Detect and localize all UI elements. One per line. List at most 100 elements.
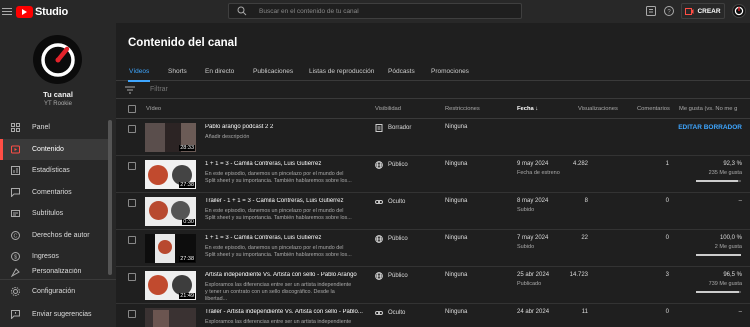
thumbnail-frame	[148, 275, 168, 295]
likes-cell: 92,3 %	[723, 161, 742, 167]
tab-podcasts[interactable]: Pódcasts	[388, 61, 415, 81]
header-date[interactable]: Fecha ↓	[517, 106, 538, 112]
video-title[interactable]: 1 + 1 = 3 - Camila Contreras, Luis Gutié…	[205, 161, 365, 167]
video-title[interactable]: Artista independiente Vs. Artista con se…	[205, 272, 365, 278]
tab-videos[interactable]: Vídeos	[127, 61, 151, 82]
comments-cell: 0	[665, 235, 669, 241]
row-checkbox[interactable]	[128, 273, 136, 281]
create-label: CREAR	[697, 7, 721, 15]
video-description[interactable]: Exploramos las diferencias entre ser un …	[205, 282, 355, 303]
camera-plus-icon	[685, 7, 694, 15]
customization-icon	[10, 268, 20, 277]
video-thumbnail[interactable]: 21:49	[145, 271, 196, 300]
video-description[interactable]: En este episodio, danemos un pincelazo p…	[205, 245, 355, 259]
search-placeholder: Buscar en el contenido de tu canal	[259, 7, 359, 15]
account-avatar[interactable]	[732, 4, 746, 18]
notifications-icon[interactable]: ?	[663, 5, 675, 17]
sidebar-item-subtitles[interactable]: Subtítulos	[0, 203, 110, 225]
sidebar-item-settings[interactable]: Configuración	[0, 280, 116, 303]
video-title[interactable]: 1 + 1 = 3 - Camila Contreras, Luis Gutié…	[205, 235, 365, 241]
visibility-cell[interactable]: Oculto	[375, 309, 405, 317]
thumbnail-frame	[153, 310, 169, 327]
header-date-label: Fecha	[517, 106, 534, 112]
row-checkbox[interactable]	[128, 236, 136, 244]
sidebar-item-copyright[interactable]: C Derechos de autor	[0, 225, 110, 247]
video-thumbnail[interactable]	[145, 308, 196, 327]
row-checkbox[interactable]	[128, 125, 136, 133]
video-title[interactable]: Pablo arango podcast 2 2	[205, 124, 365, 130]
comments-cell: 1	[665, 161, 669, 167]
tab-shorts[interactable]: Shorts	[168, 61, 187, 81]
table-row[interactable]: 21:49 Artista independiente Vs. Artista …	[116, 267, 750, 304]
search-input[interactable]: Buscar en el contenido de tu canal	[228, 3, 522, 19]
edit-draft-button[interactable]: EDITAR BORRADOR	[678, 124, 742, 131]
sidebar-item-customization[interactable]: Personalización	[0, 268, 110, 277]
visibility-cell[interactable]: Público	[375, 272, 408, 280]
sidebar-item-content[interactable]: Contenido	[0, 138, 110, 160]
studio-logo[interactable]: Studio	[16, 5, 68, 18]
header-views[interactable]: Visualizaciones	[578, 106, 618, 112]
select-all-checkbox[interactable]	[128, 105, 136, 113]
channel-avatar[interactable]	[33, 35, 82, 84]
like-ratio-bar	[696, 254, 741, 256]
sidebar-scrollbar[interactable]	[108, 120, 112, 275]
restrictions-cell: Ninguna	[445, 198, 468, 204]
sidebar-item-feedback[interactable]: Enviar sugerencias	[0, 303, 116, 326]
svg-text:C: C	[13, 233, 17, 239]
subtitles-icon	[10, 209, 20, 219]
help-icon[interactable]	[645, 5, 657, 17]
table-row[interactable]: 0:30 Tráiler - 1 + 1 = 3 - Camila Contre…	[116, 193, 750, 230]
views-cell: 22	[581, 235, 588, 241]
video-description[interactable]: En este episodio, danemos un pincelazo p…	[205, 208, 355, 222]
channel-name: YT Rookie	[44, 101, 72, 107]
sidebar-item-label: Enviar sugerencias	[32, 311, 92, 318]
likes-count: 2 Me gusta	[714, 244, 742, 250]
sidebar-item-label: Configuración	[32, 288, 76, 295]
header-comments[interactable]: Comentarios	[637, 106, 670, 112]
sidebar-item-panel[interactable]: Panel	[0, 117, 110, 139]
content-icon	[10, 144, 20, 154]
visibility-cell[interactable]: Oculto	[375, 198, 405, 206]
video-description[interactable]: Añadir descripción	[205, 134, 355, 141]
filter-placeholder: Filtrar	[150, 86, 168, 93]
link-icon	[375, 311, 383, 315]
row-checkbox[interactable]	[128, 162, 136, 170]
sidebar-item-analytics[interactable]: Estadísticas	[0, 160, 110, 182]
table-row[interactable]: Tráiler - Artista independiente Vs. Arti…	[116, 304, 750, 327]
dashboard-icon	[10, 123, 20, 133]
likes-count: 739 Me gusta	[708, 281, 742, 287]
table-row[interactable]: 28:33 Pablo arango podcast 2 2 Añadir de…	[116, 119, 750, 156]
video-thumbnail[interactable]: 0:30	[145, 197, 196, 226]
video-title[interactable]: Tráiler - 1 + 1 = 3 - Camila Contreras, …	[205, 198, 365, 204]
sidebar-item-comments[interactable]: Comentarios	[0, 182, 110, 204]
date-type: Subido	[517, 207, 535, 213]
tab-posts[interactable]: Publicaciones	[253, 61, 293, 81]
visibility-label: Público	[388, 273, 408, 279]
table-row[interactable]: 27:38 1 + 1 = 3 - Camila Contreras, Luis…	[116, 156, 750, 193]
sidebar-item-earn[interactable]: $ Ingresos	[0, 246, 110, 268]
header-restrictions: Restricciones	[445, 106, 480, 112]
video-duration: 27:38	[179, 256, 195, 262]
video-thumbnail[interactable]: 28:33	[145, 123, 196, 152]
row-checkbox[interactable]	[128, 310, 136, 318]
tab-promotions[interactable]: Promociones	[431, 61, 469, 81]
row-checkbox[interactable]	[128, 199, 136, 207]
video-description[interactable]: Exploramos las diferencias entre ser un …	[205, 319, 355, 327]
visibility-cell[interactable]: Borrador	[375, 124, 411, 132]
tab-playlists[interactable]: Listas de reproducción	[309, 61, 374, 81]
youtube-logo-icon	[16, 5, 33, 18]
hamburger-menu-icon[interactable]	[2, 8, 12, 15]
video-thumbnail[interactable]: 27:38	[145, 160, 196, 189]
sidebar-item-label: Personalización	[32, 267, 82, 275]
sidebar-item-label: Contenido	[32, 145, 64, 153]
create-button[interactable]: CREAR	[681, 3, 725, 19]
video-description[interactable]: En este episodio, danemos un pincelazo p…	[205, 171, 355, 185]
visibility-cell[interactable]: Público	[375, 161, 408, 169]
table-row[interactable]: 27:38 1 + 1 = 3 - Camila Contreras, Luis…	[116, 230, 750, 267]
video-thumbnail[interactable]: 27:38	[145, 234, 196, 263]
filter-bar[interactable]: Filtrar	[116, 81, 750, 99]
video-title[interactable]: Tráiler - Artista independiente Vs. Arti…	[205, 309, 365, 315]
header-likes[interactable]: Me gusta (vs. No me g	[679, 106, 737, 112]
tab-live[interactable]: En directo	[205, 61, 234, 81]
visibility-cell[interactable]: Público	[375, 235, 408, 243]
